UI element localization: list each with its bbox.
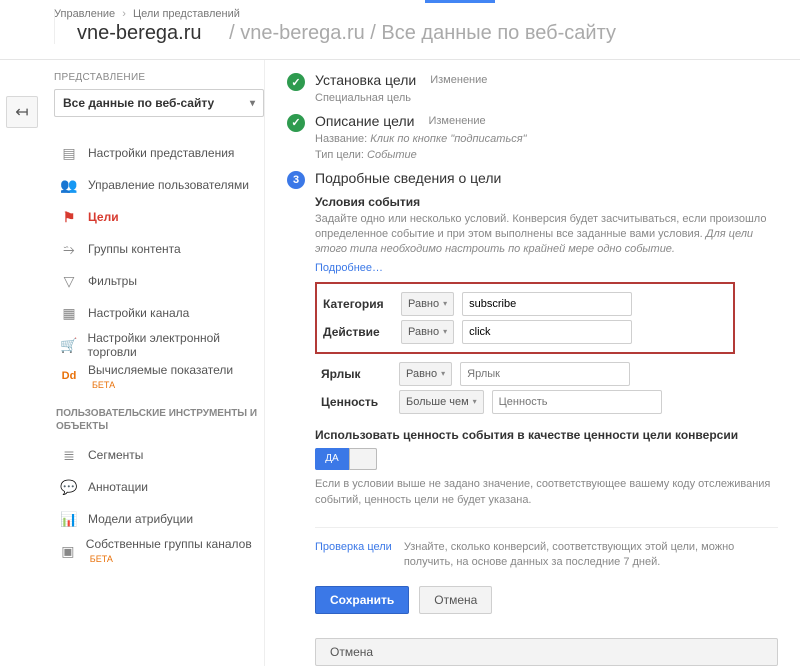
save-button[interactable]: Сохранить	[315, 586, 409, 614]
event-conditions-desc: Задайте одно или несколько условий. Конв…	[315, 212, 778, 258]
flag-icon: ⚑	[60, 209, 78, 226]
main-content: ✓ Установка целиИзменение Специальная це…	[264, 60, 800, 666]
operator-select[interactable]: Равно▾	[401, 292, 454, 316]
attribution-icon: 📊	[60, 511, 78, 528]
sidebar-item-users[interactable]: 👥Управление пользователями	[54, 169, 264, 201]
filter-icon: ▽	[60, 273, 78, 290]
group-icon: ⭇	[60, 241, 78, 258]
edit-link[interactable]: Изменение	[428, 115, 485, 127]
sidebar-item-goals[interactable]: ⚑Цели	[54, 201, 264, 233]
action-buttons: Сохранить Отмена	[315, 586, 778, 614]
conditions-highlighted: Категория Равно▾ Действие Равно▾	[315, 282, 735, 354]
action-input[interactable]	[462, 320, 632, 344]
category-input[interactable]	[462, 292, 632, 316]
caret-down-icon: ▾	[250, 98, 255, 109]
check-icon: ✓	[287, 73, 305, 91]
file-icon: ▤	[60, 145, 78, 162]
dd-icon: Dd	[60, 370, 78, 383]
operator-select[interactable]: Равно▾	[401, 320, 454, 344]
use-value-toggle[interactable]: ДА	[315, 448, 377, 470]
conditions-rest: Ярлык Равно▾ Ценность Больше чем▾	[315, 362, 735, 414]
condition-category-row: Категория Равно▾	[323, 292, 727, 316]
view-selector[interactable]: Все данные по веб-сайту ▾	[54, 89, 264, 117]
use-value-note: Если в условии выше не задано значение, …	[315, 476, 778, 509]
sidebar: ПРЕДСТАВЛЕНИЕ Все данные по веб-сайту ▾ …	[0, 60, 264, 666]
verify-goal-link[interactable]: Проверка цели	[315, 540, 392, 571]
condition-action-row: Действие Равно▾	[323, 320, 727, 344]
sidebar-item-own-channels[interactable]: ▣Собственные группы каналов БЕТА	[54, 535, 264, 567]
segments-icon: ≣	[60, 447, 78, 464]
sidebar-item-content-groups[interactable]: ⭇Группы контента	[54, 233, 264, 265]
cancel-outer-button[interactable]: Отмена	[315, 638, 778, 666]
step-number-icon: 3	[287, 171, 305, 189]
box-icon: ▣	[60, 543, 76, 560]
operator-select[interactable]: Равно▾	[399, 362, 452, 386]
operator-select[interactable]: Больше чем▾	[399, 390, 484, 414]
use-event-value-heading: Использовать ценность события в качестве…	[315, 428, 778, 442]
channel-icon: ▦	[60, 305, 78, 322]
sidebar-item-settings[interactable]: ▤Настройки представления	[54, 137, 264, 169]
edit-link[interactable]: Изменение	[430, 74, 487, 86]
sidebar-item-calc[interactable]: DdВычисляемые показателиБЕТА	[54, 361, 264, 393]
sidebar-item-segments[interactable]: ≣Сегменты	[54, 439, 264, 471]
page-title: vne-berega.ru / vne-berega.ru / Все данн…	[0, 22, 800, 59]
check-icon: ✓	[287, 114, 305, 132]
condition-label-row: Ярлык Равно▾	[321, 362, 729, 386]
sidebar-item-annotations[interactable]: 💬Аннотации	[54, 471, 264, 503]
step-1[interactable]: ✓ Установка целиИзменение Специальная це…	[287, 72, 778, 107]
learn-more-link[interactable]: Подробнее…	[315, 262, 383, 274]
sidebar-item-channel[interactable]: ▦Настройки канала	[54, 297, 264, 329]
condition-value-row: Ценность Больше чем▾	[321, 390, 729, 414]
label-input[interactable]	[460, 362, 630, 386]
back-button[interactable]: ↤	[6, 96, 38, 128]
value-input[interactable]	[492, 390, 662, 414]
top-accent	[425, 0, 495, 3]
sidebar-item-ecommerce[interactable]: 🛒Настройки электронной торговли	[54, 329, 264, 361]
verify-goal-row: Проверка цели Узнайте, сколько конверсий…	[315, 540, 778, 571]
step-3: 3 Подробные сведения о цели	[287, 170, 778, 189]
users-icon: 👥	[60, 177, 78, 194]
toggle-knob-icon	[349, 448, 377, 470]
annotation-icon: 💬	[60, 479, 78, 496]
event-conditions-heading: Условия события	[315, 195, 778, 209]
sidebar-item-attribution[interactable]: 📊Модели атрибуции	[54, 503, 264, 535]
sidebar-section2-label: ПОЛЬЗОВАТЕЛЬСКИЕ ИНСТРУМЕНТЫ И ОБЪЕКТЫ	[56, 407, 264, 433]
sidebar-section-label: ПРЕДСТАВЛЕНИЕ	[54, 72, 264, 83]
step-2[interactable]: ✓ Описание целиИзменение Название: Клик …	[287, 113, 778, 164]
cancel-button[interactable]: Отмена	[419, 586, 492, 614]
sidebar-item-filters[interactable]: ▽Фильтры	[54, 265, 264, 297]
cart-icon: 🛒	[60, 337, 77, 354]
